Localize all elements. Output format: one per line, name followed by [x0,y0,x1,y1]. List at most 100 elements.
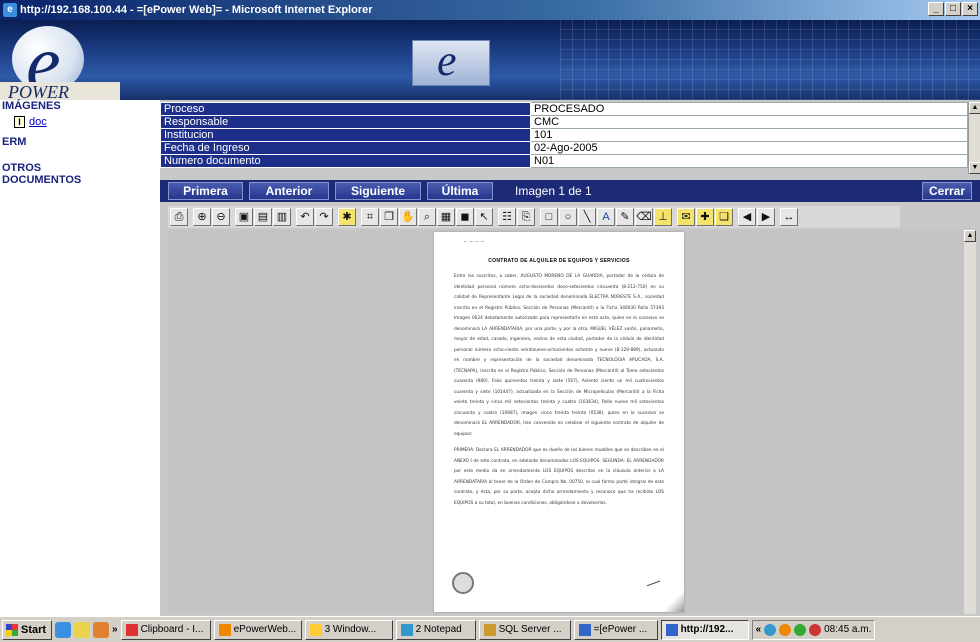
start-label: Start [21,623,47,636]
taskbar-label: ePowerWeb... [233,624,297,635]
metadata-row: Responsable CMC [160,115,968,129]
taskbar-label: 2 Notepad [415,624,462,635]
clipboard-icon [125,623,138,636]
banner-grid-decoration [560,20,980,100]
print-icon[interactable]: ⎙ [170,208,188,226]
system-tray: « 08:45 a.m. [751,619,876,640]
image-navigation-bar: Primera Anterior Siguiente Última Imagen… [160,180,980,202]
taskbar-button-active[interactable]: http://192... [660,619,749,640]
prev-page-icon[interactable]: ◀ [738,208,756,226]
sidebar-item-otros-documentos[interactable]: OTROS DOCUMENTOS [0,162,90,186]
fit-width-icon[interactable]: ▤ [254,208,272,226]
window-title: http://192.168.100.44 - =[ePower Web]= -… [20,4,373,16]
taskbar-button[interactable]: 2 Notepad [395,619,476,640]
scroll-up-icon[interactable]: ▲ [969,102,980,114]
copy-icon[interactable]: ❐ [380,208,398,226]
antivirus-icon[interactable] [794,623,807,636]
metadata-row: Numero documento N01 [160,154,968,168]
thumbnail-icon[interactable]: ▦ [437,208,455,226]
metadata-row: Institucion 101 [160,128,968,142]
note-icon[interactable]: ✉ [677,208,695,226]
metadata-key: Institucion [160,128,531,142]
tray-app-icon[interactable] [779,623,792,636]
previous-page-button[interactable]: Anterior [249,182,329,200]
scroll-down-icon[interactable]: ▼ [969,162,980,174]
app-quicklaunch-icon[interactable] [93,621,109,638]
text-icon[interactable]: A [597,208,615,226]
actual-size-icon[interactable]: ▥ [273,208,291,226]
annotation-2-icon[interactable]: ❏ [715,208,733,226]
document-paragraph: Entre los suscritos, a saber, AUGUSTO MO… [454,274,664,437]
sidebar-item-erm[interactable]: ERM [0,136,160,148]
hand-icon[interactable]: ✋ [399,208,417,226]
rotate-right-icon[interactable]: ↷ [315,208,333,226]
pointer-icon[interactable]: ↖ [475,208,493,226]
center-logo: e [412,36,490,86]
annotation-icon[interactable]: ✚ [696,208,714,226]
minimize-button[interactable]: _ [928,2,944,16]
seal-stamp [452,572,474,594]
rotate-left-icon[interactable]: ↶ [296,208,314,226]
page-curl [662,590,684,612]
resize-icon[interactable]: ↔ [780,208,798,226]
taskbar-label: Clipboard - I... [140,624,204,635]
maximize-button[interactable]: □ [945,2,961,16]
underline-icon[interactable]: ⊥ [654,208,672,226]
network-icon[interactable] [764,623,777,636]
signature-mark [645,577,661,587]
viewer-scrollbar[interactable]: ▲ [964,230,976,614]
next-page-button[interactable]: Siguiente [335,182,421,200]
image-counter: Imagen 1 de 1 [515,184,592,198]
last-page-button[interactable]: Última [427,182,493,200]
taskbar-button[interactable]: SQL Server ... [478,619,571,640]
fit-page-icon[interactable]: ▣ [235,208,253,226]
notepad-icon [400,623,413,636]
zoom-in-icon[interactable]: ⊕ [193,208,211,226]
metadata-value: CMC [530,115,968,129]
magnify-icon[interactable]: ⌕ [418,208,436,226]
document-page: CONTRATO DE ALQUILER DE EQUIPOS Y SERVIC… [434,232,684,612]
rectangle-icon[interactable]: □ [540,208,558,226]
doc-link[interactable]: doc [29,116,47,128]
metadata-scrollbar[interactable]: ▲ ▼ [968,102,980,174]
next-page-icon[interactable]: ▶ [757,208,775,226]
eraser-icon[interactable]: ⌫ [635,208,653,226]
highlighter-icon[interactable]: ✎ [616,208,634,226]
document-icon: I [14,116,25,128]
taskbar-button[interactable]: Clipboard - I... [120,619,211,640]
metadata-key: Numero documento [160,154,531,168]
properties-icon[interactable]: ☷ [498,208,516,226]
line-icon[interactable]: ╲ [578,208,596,226]
taskbar: Start » Clipboard - I... ePowerWeb... 3 … [0,616,980,642]
main-panel: Proceso PROCESADO Responsable CMC Instituc… [160,100,980,616]
sidebar-subitem-doc[interactable]: I doc [0,116,160,128]
scroll-up-icon[interactable]: ▲ [964,230,976,242]
taskbar-button[interactable]: 3 Window... [304,619,393,640]
close-window-button[interactable]: × [962,2,978,16]
taskbar-button[interactable]: =[ePower ... [573,619,658,640]
folder-quicklaunch-icon[interactable] [74,621,90,638]
taskbar-label: SQL Server ... [498,624,562,635]
document-paragraph: PRIMERA: Declara EL ARRENDADOR que es du… [454,448,664,506]
sidebar-item-imagenes[interactable]: IMÁGENES [0,100,160,112]
tray-alert-icon[interactable] [809,623,822,636]
taskbar-button[interactable]: ePowerWeb... [213,619,302,640]
zoom-out-icon[interactable]: ⊖ [212,208,230,226]
close-viewer-button[interactable]: Cerrar [922,182,972,200]
first-page-button[interactable]: Primera [168,182,243,200]
metadata-key: Fecha de Ingreso [160,141,531,155]
select-icon[interactable]: ⌗ [361,208,379,226]
scan-icon[interactable]: ⎘ [517,208,535,226]
metadata-key: Responsable [160,115,531,129]
quicklaunch-expand-icon[interactable]: » [112,624,118,635]
ie-icon: e [3,3,17,17]
document-viewer[interactable]: CONTRATO DE ALQUILER DE EQUIPOS Y SERVIC… [168,230,976,614]
start-button[interactable]: Start [2,619,52,640]
ellipse-icon[interactable]: ○ [559,208,577,226]
invert-icon[interactable]: ✱ [338,208,356,226]
stamp-icon[interactable]: ◼ [456,208,474,226]
ie-quicklaunch-icon[interactable] [55,621,71,638]
tray-expand-icon[interactable]: « [756,624,762,635]
metadata-value: 02-Ago-2005 [530,141,968,155]
taskbar-label: 3 Window... [324,624,377,635]
